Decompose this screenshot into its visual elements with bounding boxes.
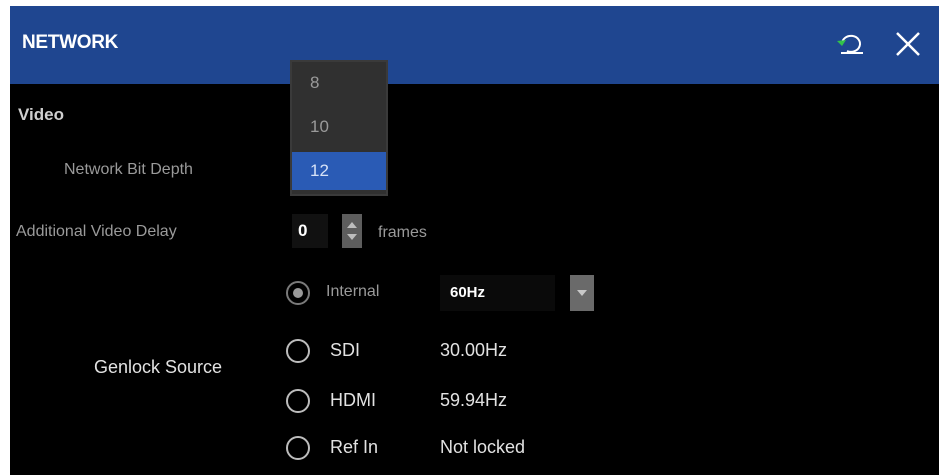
- video-delay-label: Additional Video Delay: [16, 223, 177, 240]
- genlock-source-label: Genlock Source: [94, 357, 223, 377]
- genlock-hdmi-label: HDMI: [330, 390, 376, 410]
- reset-icon[interactable]: [835, 30, 867, 60]
- genlock-internal-label: Internal: [326, 283, 380, 300]
- genlock-sdi-label: SDI: [330, 340, 361, 360]
- close-icon[interactable]: [890, 26, 926, 62]
- genlock-refin-radio[interactable]: [286, 436, 310, 460]
- video-section-title: Video: [18, 105, 64, 124]
- genlock-refin-value: Not locked: [440, 437, 526, 457]
- genlock-hdmi-value: 59.94Hz: [440, 390, 508, 410]
- network-panel: NETWORK Video Network Bit Depth Addition…: [10, 6, 939, 475]
- bit-depth-option-10[interactable]: 10: [292, 108, 386, 146]
- genlock-sdi-radio[interactable]: [286, 339, 310, 363]
- genlock-refin-label: Ref In: [330, 437, 379, 457]
- panel-title: NETWORK: [22, 32, 119, 53]
- internal-frequency-select[interactable]: 60Hz: [440, 275, 555, 311]
- frames-unit-label: frames: [378, 224, 427, 241]
- genlock-sdi-value: 30.00Hz: [440, 340, 508, 360]
- bit-depth-option-12[interactable]: 12: [292, 152, 386, 190]
- genlock-internal-radio[interactable]: [286, 281, 310, 305]
- chevron-down-icon[interactable]: [570, 275, 594, 311]
- video-delay-input[interactable]: 0: [292, 214, 328, 248]
- video-delay-stepper[interactable]: [342, 214, 362, 248]
- genlock-hdmi-radio[interactable]: [286, 389, 310, 413]
- bit-depth-option-8[interactable]: 8: [292, 64, 386, 102]
- bit-depth-dropdown[interactable]: 8 10 12: [290, 60, 388, 196]
- title-bar: NETWORK: [10, 6, 939, 84]
- bit-depth-label: Network Bit Depth: [64, 161, 193, 178]
